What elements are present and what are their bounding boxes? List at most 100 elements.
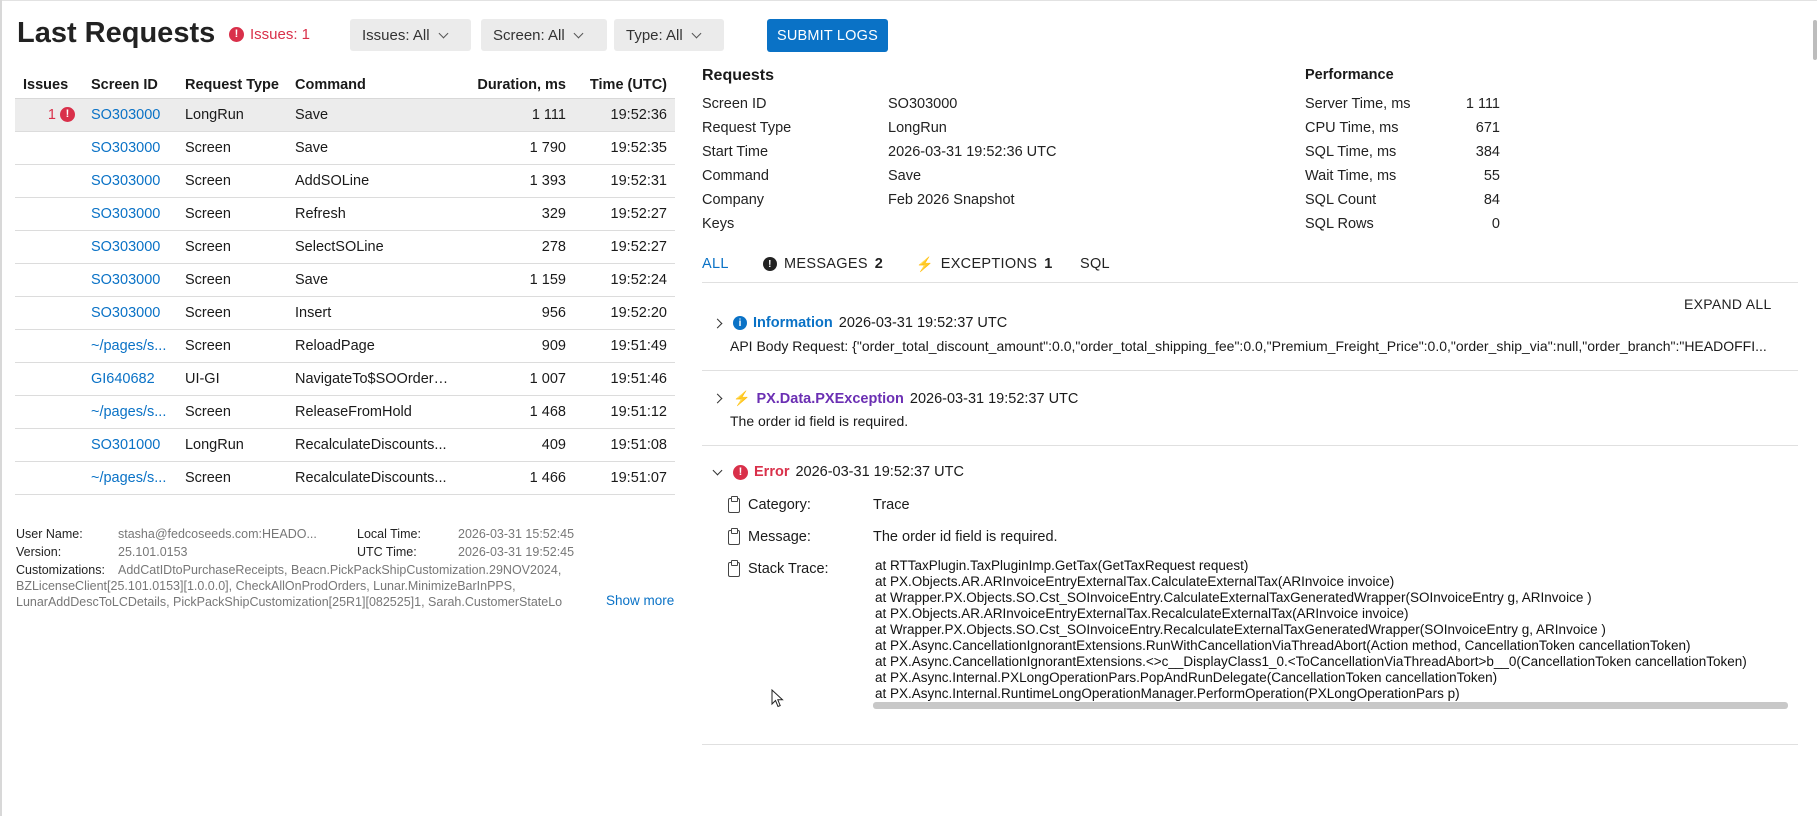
type-filter-dropdown[interactable]: Type: All <box>614 19 724 51</box>
performance-value: 1 111 <box>1465 96 1500 112</box>
local-time-label: Local Time: <box>357 527 421 541</box>
tab-messages[interactable]: ! MESSAGES 2 <box>763 254 883 274</box>
screen-filter-dropdown[interactable]: Screen: All <box>481 19 607 51</box>
tab-exceptions[interactable]: ⚡ EXCEPTIONS 1 <box>916 254 1053 274</box>
customizations-label: Customizations: <box>16 563 105 577</box>
time-cell: 19:52:36 <box>573 97 675 132</box>
command-cell: Save <box>286 263 457 297</box>
tab-sql[interactable]: SQL <box>1080 254 1110 274</box>
screen-id-link[interactable]: SO303000 <box>82 164 177 198</box>
command-cell: Save <box>286 131 457 165</box>
submit-logs-button[interactable]: SUBMIT LOGS <box>767 19 888 52</box>
command-cell: NavigateTo$SOOrder_... <box>286 362 457 396</box>
screen-id-link[interactable]: SO303000 <box>82 197 177 231</box>
screen-id-link[interactable]: SO303000 <box>82 230 177 264</box>
column-header-request-type[interactable]: Request Type <box>177 72 287 98</box>
command-cell: RecalculateDiscounts... <box>286 461 457 495</box>
request-type-cell: Screen <box>176 296 287 330</box>
page-scrollbar[interactable] <box>1813 20 1817 60</box>
version-value: 25.101.0153 <box>118 545 188 559</box>
column-header-command[interactable]: Command <box>287 72 457 98</box>
issues-cell <box>15 296 83 330</box>
duration-cell: 1 468 <box>456 395 574 429</box>
table-row[interactable]: SO303000 Screen Insert 956 19:52:20 <box>15 296 675 330</box>
log-tabs: ALL ! MESSAGES 2 ⚡ EXCEPTIONS 1 SQL <box>702 254 1798 283</box>
log-entry-type: PX.Data.PXException <box>756 390 904 407</box>
table-row[interactable]: SO303000 Screen Save 1 159 19:52:24 <box>15 263 675 297</box>
table-row[interactable]: GI640682 UI-GI NavigateTo$SOOrder_... 1 007… <box>15 362 675 396</box>
table-row[interactable]: SO303000 Screen Refresh 329 19:52:27 <box>15 197 675 231</box>
tab-all[interactable]: ALL <box>702 254 729 274</box>
screen-id-link[interactable]: SO303000 <box>888 96 957 112</box>
log-entry-header[interactable]: i Information 2026-03-31 19:52:37 UTC <box>712 315 1007 331</box>
table-row[interactable]: ~/pages/s... Screen ReloadPage 909 19:51:49 <box>15 329 675 363</box>
utc-time-value: 2026-03-31 19:52:45 <box>458 545 575 559</box>
table-row[interactable]: SO303000 Screen AddSOLine 1 393 19:52:31 <box>15 164 675 198</box>
request-type-value: LongRun <box>888 120 947 136</box>
issues-cell <box>15 329 83 363</box>
show-more-link[interactable]: Show more <box>606 593 674 608</box>
request-type-cell: Screen <box>176 131 287 165</box>
performance-label: SQL Rows <box>1305 216 1374 232</box>
requests-section-title: Requests <box>702 67 775 84</box>
request-type-cell: Screen <box>176 263 287 297</box>
category-row: Category: <box>728 495 811 513</box>
request-type-cell: Screen <box>176 230 287 264</box>
time-cell: 19:52:24 <box>573 263 675 297</box>
log-entry-body: API Body Request: {"order_total_discount… <box>730 338 1767 354</box>
duration-cell: 409 <box>456 428 574 462</box>
screen-id-link[interactable]: SO303000 <box>82 131 177 165</box>
screen-id-link[interactable]: SO301000 <box>82 428 177 462</box>
stack-trace-label: Stack Trace: <box>748 561 829 577</box>
issues-cell <box>15 197 83 231</box>
screen-id-link[interactable]: SO303000 <box>82 296 177 330</box>
horizontal-scrollbar[interactable] <box>873 702 1788 709</box>
clipboard-icon[interactable] <box>728 559 740 577</box>
chevron-down-icon <box>573 28 584 38</box>
request-type-cell: Screen <box>176 395 287 429</box>
screen-id-link[interactable]: ~/pages/s... <box>82 329 177 363</box>
table-row[interactable]: 1! SO303000 LongRun Save 1 111 19:52:36 <box>15 97 675 132</box>
issues-badge[interactable]: ! Issues: 1 <box>229 26 310 43</box>
screen-id-link[interactable]: SO303000 <box>82 263 177 297</box>
table-row[interactable]: SO303000 Screen SelectSOLine 278 19:52:27 <box>15 230 675 264</box>
tab-exceptions-count: 1 <box>1044 256 1053 272</box>
screen-id-link[interactable]: SO303000 <box>82 97 177 132</box>
column-header-duration[interactable]: Duration, ms <box>457 72 574 98</box>
issues-cell <box>15 164 83 198</box>
screen-id-link[interactable]: GI640682 <box>82 362 177 396</box>
issues-badge-label: Issues: 1 <box>250 26 311 43</box>
column-header-issues[interactable]: Issues <box>15 72 83 98</box>
request-type-cell: Screen <box>176 164 287 198</box>
issues-filter-dropdown[interactable]: Issues: All <box>350 19 471 51</box>
tab-exceptions-label: EXCEPTIONS <box>940 256 1038 272</box>
utc-time-label: UTC Time: <box>357 545 417 559</box>
category-value: Trace <box>873 497 910 513</box>
duration-cell: 329 <box>456 197 574 231</box>
tab-messages-label: MESSAGES <box>784 256 868 272</box>
alert-icon: ! <box>763 257 777 271</box>
table-row[interactable]: SO301000 LongRun RecalculateDiscounts... 40… <box>15 428 675 462</box>
stack-trace-text: at RTTaxPlugin.TaxPluginImp.GetTax(GetTa… <box>875 558 1747 701</box>
column-header-screen-id[interactable]: Screen ID <box>83 72 177 98</box>
clipboard-icon[interactable] <box>728 527 740 545</box>
clipboard-icon[interactable] <box>728 495 740 513</box>
command-cell: RecalculateDiscounts... <box>286 428 457 462</box>
column-header-time[interactable]: Time (UTC) <box>574 72 675 98</box>
chevron-down-icon <box>712 465 723 475</box>
screen-id-link[interactable]: ~/pages/s... <box>82 395 177 429</box>
screen-id-link[interactable]: ~/pages/s... <box>82 461 177 495</box>
stack-trace-row: Stack Trace: <box>728 559 829 577</box>
table-row[interactable]: ~/pages/s... Screen RecalculateDiscounts..… <box>15 461 675 495</box>
log-entry-header[interactable]: ⚡ PX.Data.PXException 2026-03-31 19:52:3… <box>712 390 1078 407</box>
table-row[interactable]: ~/pages/s... Screen ReleaseFromHold 1 468 19… <box>15 395 675 429</box>
table-row[interactable]: SO303000 Screen Save 1 790 19:52:35 <box>15 131 675 165</box>
duration-cell: 1 466 <box>456 461 574 495</box>
mouse-cursor-icon <box>771 689 784 708</box>
command-cell: SelectSOLine <box>286 230 457 264</box>
time-cell: 19:52:27 <box>573 197 675 231</box>
time-cell: 19:52:31 <box>573 164 675 198</box>
user-name-value: stasha@fedcoseeds.com:HEADO... <box>118 527 317 541</box>
message-label: Message: <box>748 529 811 545</box>
log-entry-header[interactable]: ! Error 2026-03-31 19:52:37 UTC <box>712 464 964 480</box>
